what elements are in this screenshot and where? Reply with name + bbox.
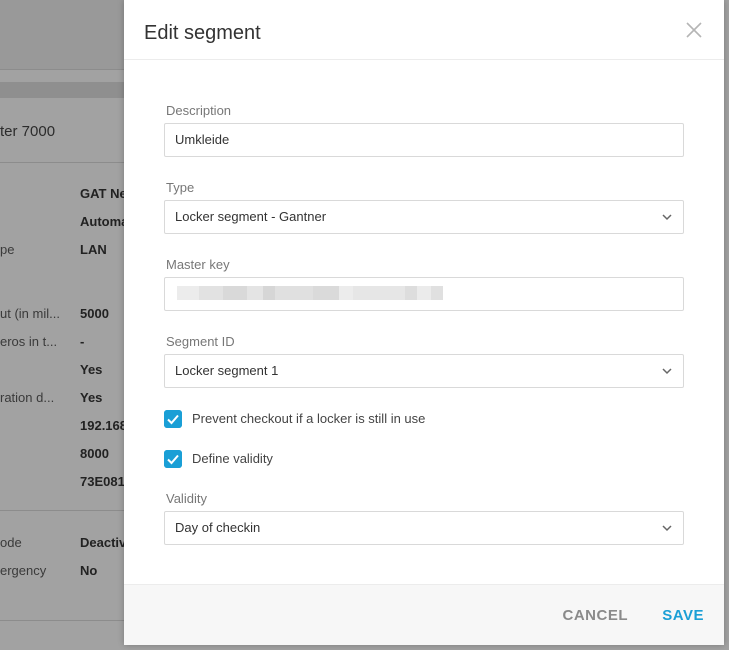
validity-value: Day of checkin [175, 520, 261, 535]
save-button[interactable]: SAVE [662, 607, 704, 624]
background-row-value: Deactiv [80, 535, 124, 550]
background-title: ter 7000 [0, 123, 56, 140]
background-row: ut (in mil... 5000 [0, 306, 124, 324]
background-row-value: 73E081 [80, 474, 124, 489]
background-divider [0, 620, 124, 621]
background-row-value: - [80, 334, 85, 349]
background-band [0, 82, 124, 98]
background-row-value: LAN [80, 242, 107, 257]
background-row-key: ration d... [0, 390, 55, 405]
background-row: ode Deactiv [0, 535, 124, 553]
background-row-key: pe [0, 242, 15, 257]
prevent-checkout-checkbox[interactable] [164, 410, 182, 428]
background-row-key: ergency [0, 563, 47, 578]
background-divider [0, 162, 124, 163]
background-row-key: ode [0, 535, 22, 550]
background-row: Yes [0, 362, 124, 380]
description-label: Description [166, 103, 232, 118]
master-key-input[interactable] [164, 277, 684, 311]
dialog-header: Edit segment [124, 0, 724, 60]
background-row: GAT Ne [0, 186, 124, 204]
background-row: 192.168 [0, 418, 124, 436]
segment-id-value: Locker segment 1 [175, 363, 279, 378]
prevent-checkout-label: Prevent checkout if a locker is still in… [192, 411, 426, 426]
type-value: Locker segment - Gantner [175, 209, 327, 224]
segment-id-select[interactable]: Locker segment 1 [164, 354, 684, 388]
background-row: pe LAN [0, 242, 124, 260]
obscured-master-key [177, 286, 443, 300]
background-row-value: No [80, 563, 98, 578]
validity-label: Validity [166, 491, 207, 506]
segment-id-label: Segment ID [166, 334, 235, 349]
background-row-value: Automa [80, 214, 124, 229]
edit-segment-dialog: Edit segment Description Umkleide Type L… [124, 0, 724, 645]
background-row-value: 192.168 [80, 418, 124, 433]
background-row-value: GAT Ne [80, 186, 124, 201]
close-icon[interactable] [684, 20, 704, 40]
background-header [0, 0, 124, 70]
background-row-key: eros in t... [0, 334, 58, 349]
chevron-down-icon [662, 525, 672, 532]
background-row: 73E081 [0, 474, 124, 492]
dialog-footer: CANCEL SAVE [124, 584, 724, 645]
chevron-down-icon [662, 214, 672, 221]
cancel-button[interactable]: CANCEL [563, 607, 629, 624]
master-key-label: Master key [166, 257, 230, 272]
background-row: 8000 [0, 446, 124, 464]
type-label: Type [166, 180, 195, 195]
background-divider [0, 510, 124, 511]
background-row-value: 8000 [80, 446, 109, 461]
define-validity-label: Define validity [192, 451, 273, 466]
validity-select[interactable]: Day of checkin [164, 511, 684, 545]
define-validity-checkbox[interactable] [164, 450, 182, 468]
background-row: ergency No [0, 563, 124, 581]
chevron-down-icon [662, 368, 672, 375]
background-row: eros in t... - [0, 334, 124, 352]
background-row-value: 5000 [80, 306, 109, 321]
background-row-key: ut (in mil... [0, 306, 60, 321]
background-row: ration d... Yes [0, 390, 124, 408]
type-select[interactable]: Locker segment - Gantner [164, 200, 684, 234]
description-input[interactable]: Umkleide [164, 123, 684, 157]
description-value: Umkleide [175, 132, 230, 147]
background-row-value: Yes [80, 390, 103, 405]
dialog-title: Edit segment [144, 22, 261, 44]
background-row-value: Yes [80, 362, 103, 377]
background-row: Automa [0, 214, 124, 232]
